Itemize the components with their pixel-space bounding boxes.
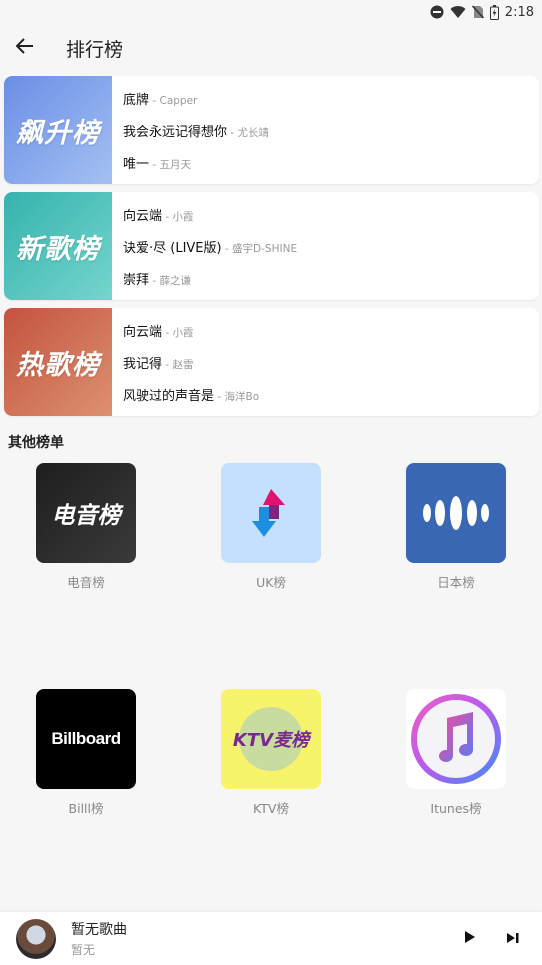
chart-card-new-songs[interactable]: 新歌榜 向云端 - 小霞 诀爱·尽 (LIVE版) - 盛宇D-SHINE 崇拜… [4,192,539,300]
chart-tile-electronic[interactable]: 电音榜 电音榜 [36,463,136,591]
album-art [16,918,56,959]
next-button[interactable] [493,912,533,965]
song-title: 风驶过的声音是 [123,388,215,404]
song-artist: 海洋Bo [224,390,260,403]
now-playing-artist: 暂无 [71,943,96,957]
song-item[interactable]: 崇拜 - 薛之谦 [123,269,539,288]
chart-card-hot-songs[interactable]: 热歌榜 向云端 - 小霞 我记得 - 赵雷 风驶过的声音是 - 海洋Bo [4,308,539,416]
chart-tile-japan[interactable]: 日本榜 [406,463,506,591]
song-artist: 小霞 [172,326,194,339]
chart-cover: 飙升榜 [4,76,112,184]
skip-next-icon [506,929,520,948]
song-item[interactable]: 底牌 - Capper [123,89,539,108]
song-title: 诀爱·尽 (LIVE版) [123,240,222,256]
tile-label: Itunes榜 [430,801,482,816]
chart-cover-title: 新歌榜 [16,233,100,265]
page-title: 排行榜 [66,38,124,61]
battery-icon [489,4,499,20]
mini-player[interactable]: 暂无歌曲 暂无 [0,912,542,965]
chart-tile-uk[interactable]: UK榜 [221,463,321,591]
tile-cover-text: KTV麦榜 [232,730,310,751]
tile-label: 电音榜 [67,575,105,590]
song-title: 向云端 [123,208,163,224]
status-bar: 2:18 [0,0,542,24]
status-time: 2:18 [504,4,534,20]
song-title: 底牌 [123,92,150,108]
song-title: 唯一 [123,156,150,172]
song-artist: 五月天 [159,158,191,171]
back-arrow-icon [15,38,34,58]
section-title-other-charts: 其他榜单 [8,435,64,451]
song-title: 我记得 [123,356,163,372]
back-button[interactable] [0,24,50,72]
electronic-chart-icon: 电音榜 [36,463,136,563]
play-icon [464,929,476,948]
song-item[interactable]: 我会永远记得想你 - 尤长靖 [123,121,539,140]
song-item[interactable]: 风驶过的声音是 - 海洋Bo [123,385,539,404]
song-item[interactable]: 向云端 - 小霞 [123,321,539,340]
wifi-icon [450,5,466,19]
chart-cover-title: 飙升榜 [16,117,100,149]
billboard-logo-icon: Billboard [36,689,136,789]
tile-cover-text: Billboard [51,729,121,748]
tile-cover-text: 电音榜 [51,503,121,529]
tile-label: 日本榜 [437,575,475,590]
song-artist: 薛之谦 [159,274,191,287]
no-sim-icon [471,5,484,19]
chart-card-soaring[interactable]: 飙升榜 底牌 - Capper 我会永远记得想你 - 尤长靖 唯一 - 五月天 [4,76,539,184]
chart-tile-itunes[interactable]: Itunes榜 [406,689,506,817]
play-button[interactable] [450,912,490,965]
do-not-disturb-icon [430,5,444,19]
itunes-note-icon [406,689,506,789]
song-artist: 赵雷 [172,358,194,371]
song-item[interactable]: 向云端 - 小霞 [123,205,539,224]
song-title: 向云端 [123,324,163,340]
chart-tile-billboard[interactable]: Billboard Billl榜 [36,689,136,817]
song-artist: 小霞 [172,210,194,223]
now-playing-title: 暂无歌曲 [71,922,127,938]
tile-label: Billl榜 [68,801,104,816]
chart-tile-ktv[interactable]: KTV麦榜 KTV榜 [221,689,321,817]
ktv-logo-icon: KTV麦榜 [221,689,321,789]
song-artist: Capper [159,94,198,107]
chart-cover-title: 热歌榜 [16,349,100,381]
chart-cover: 热歌榜 [4,308,112,416]
song-artist: 尤长靖 [237,126,269,139]
song-artist: 盛宇D-SHINE [232,242,298,255]
app-bar: 排行榜 [0,24,542,72]
uk-arrows-icon [221,463,321,563]
tile-label: KTV榜 [253,801,289,816]
song-item[interactable]: 诀爱·尽 (LIVE版) - 盛宇D-SHINE [123,237,539,256]
song-title: 我会永远记得想你 [123,124,228,140]
song-item[interactable]: 我记得 - 赵雷 [123,353,539,372]
song-title: 崇拜 [123,272,150,288]
chart-cover: 新歌榜 [4,192,112,300]
featured-chart-list: 飙升榜 底牌 - Capper 我会永远记得想你 - 尤长靖 唯一 - 五月天 … [4,76,539,424]
song-item[interactable]: 唯一 - 五月天 [123,153,539,172]
tile-label: UK榜 [256,575,286,590]
japan-waves-icon [406,463,506,563]
